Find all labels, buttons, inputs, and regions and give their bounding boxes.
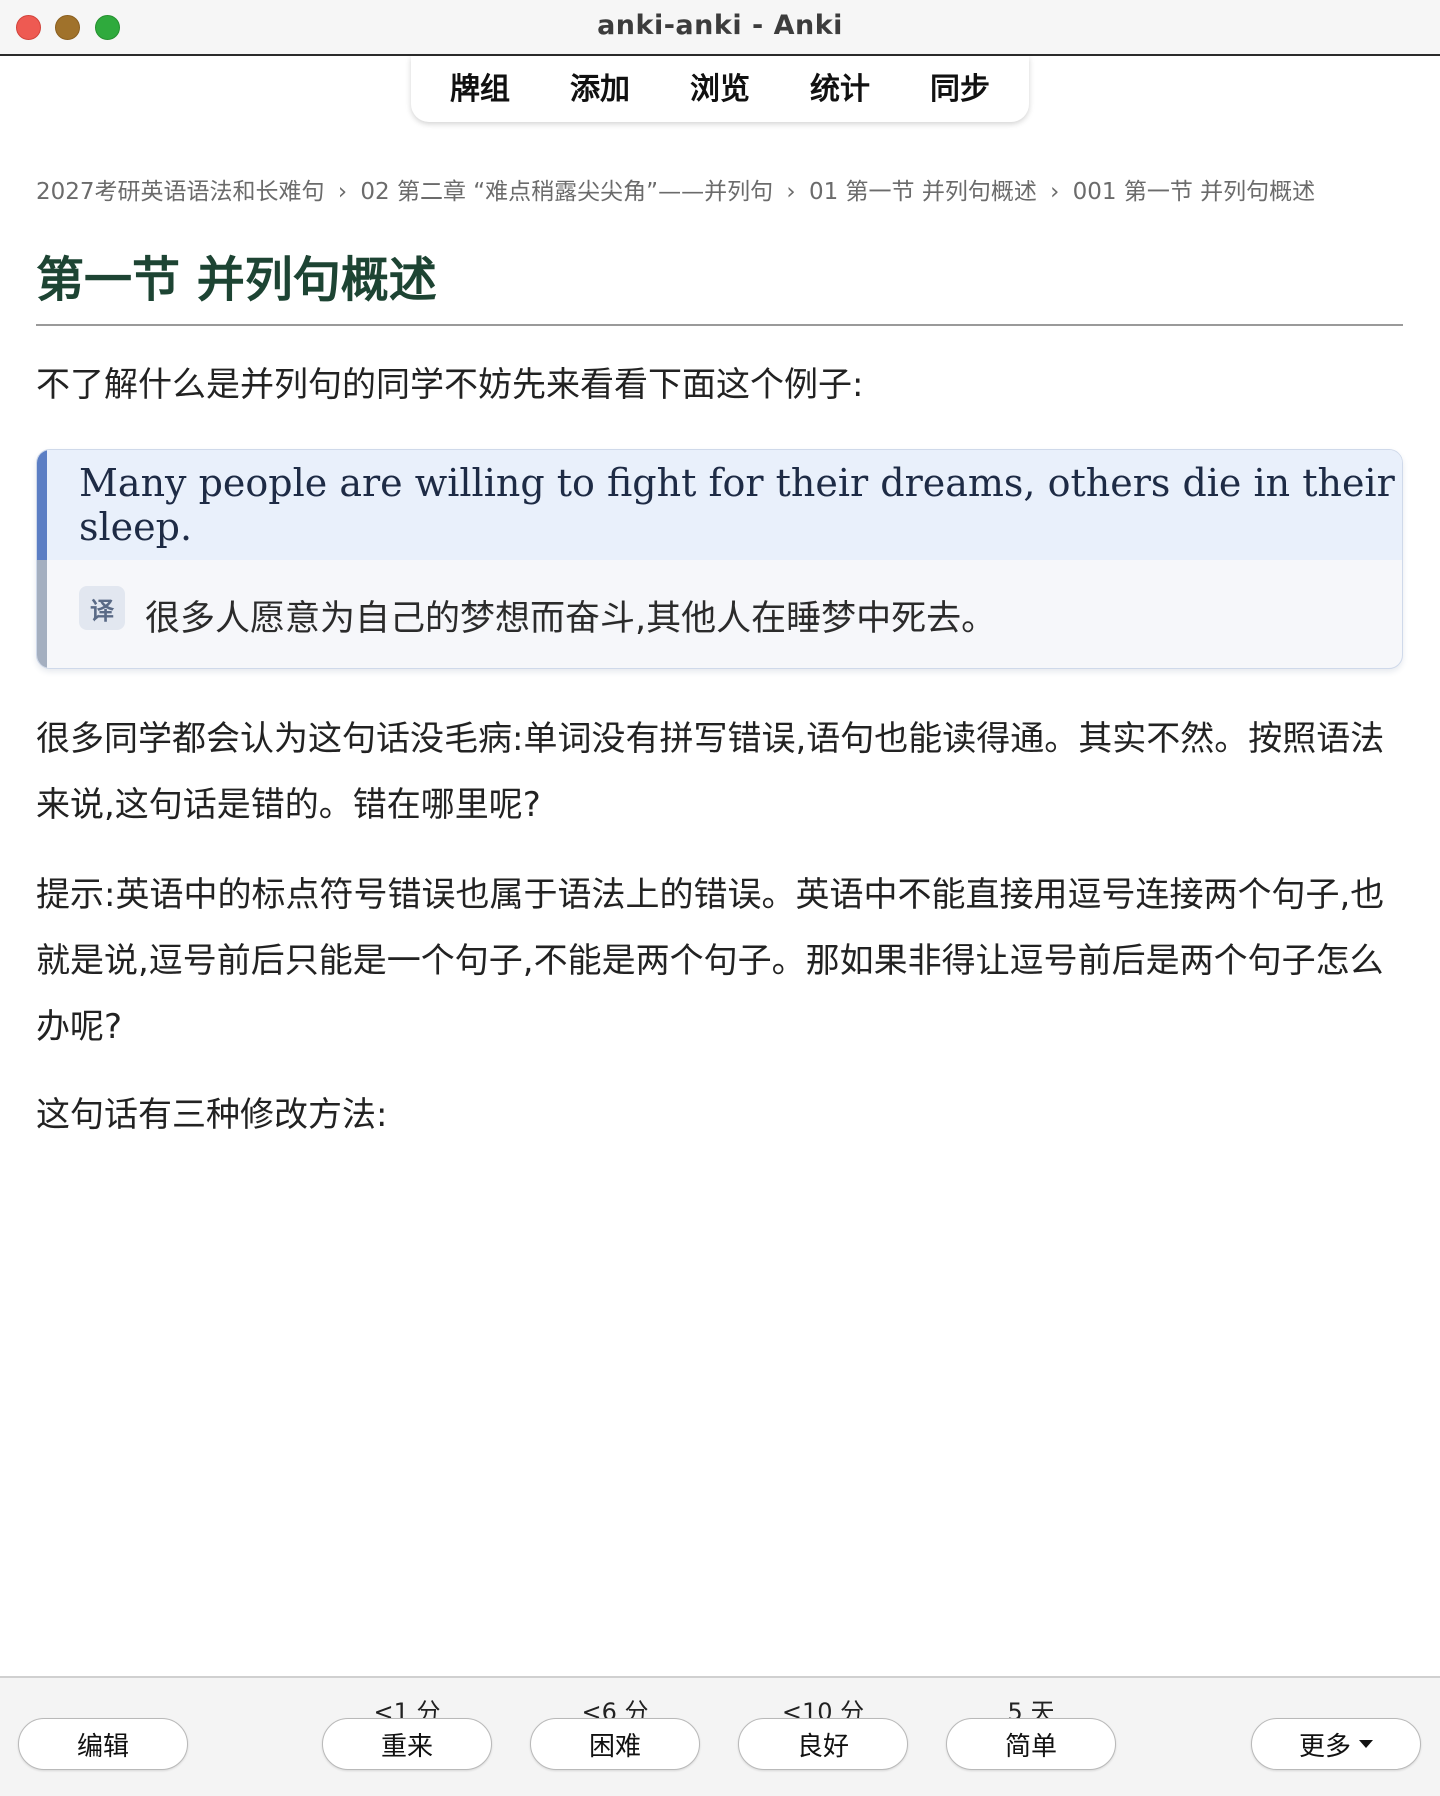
hard-button[interactable]: 困难 — [530, 1718, 700, 1770]
example-box: Many people are willing to fight for the… — [36, 449, 1403, 669]
methods-paragraph: 这句话有三种修改方法: — [36, 1095, 388, 1135]
review-bottom-bar: 编辑 <1 分 重来 <6 分 困难 <10 分 良好 5 天 简单 更多 — [0, 1676, 1440, 1796]
more-label: 更多 — [1298, 1731, 1351, 1762]
main-toolbar: 牌组 添加 浏览 统计 同步 — [411, 56, 1029, 122]
example-sentence: Many people are willing to fight for the… — [47, 450, 1402, 560]
breadcrumb-separator: › — [1050, 179, 1060, 205]
example-accent-bar — [37, 450, 47, 560]
breadcrumb-item: 01 第一节 并列句概述 — [808, 179, 1037, 205]
window-titlebar: anki-anki - Anki — [0, 0, 1440, 56]
explanation-paragraph: 很多同学都会认为这句话没毛病:单词没有拼写错误,语句也能读得通。其实不然。按照语… — [36, 719, 1385, 825]
breadcrumb-item: 02 第二章 “难点稍露尖尖角”——并列句 — [360, 179, 774, 205]
again-button[interactable]: 重来 — [322, 1718, 492, 1770]
breadcrumb-item: 001 第一节 并列句概述 — [1072, 179, 1316, 205]
edit-button[interactable]: 编辑 — [18, 1718, 188, 1770]
title-divider — [36, 324, 1403, 326]
hint-paragraph: 提示:英语中的标点符号错误也属于语法上的错误。英语中不能直接用逗号连接两个句子,… — [36, 875, 1385, 1047]
breadcrumb-separator: › — [337, 179, 348, 205]
example-translation-row: 译 很多人愿意为自己的梦想而奋斗,其他人在睡梦中死去。 — [47, 560, 1402, 668]
translation-badge: 译 — [79, 586, 125, 630]
page-title: 第一节 并列句概述 — [36, 252, 437, 308]
chevron-down-icon — [1359, 1740, 1373, 1748]
toolbar-stats[interactable]: 统计 — [780, 64, 900, 114]
toolbar-sync[interactable]: 同步 — [900, 64, 1020, 114]
intro-paragraph: 不了解什么是并列句的同学不妨先来看看下面这个例子: — [36, 365, 864, 405]
breadcrumb-separator: › — [786, 179, 796, 205]
easy-button[interactable]: 简单 — [946, 1718, 1116, 1770]
window-title: anki-anki - Anki — [597, 10, 843, 41]
good-button[interactable]: 良好 — [738, 1718, 908, 1770]
breadcrumb-item: 2027考研英语语法和长难句 — [36, 179, 325, 205]
example-translation: 很多人愿意为自己的梦想而奋斗,其他人在睡梦中死去。 — [145, 598, 997, 639]
breadcrumb: 2027考研英语语法和长难句 › 02 第二章 “难点稍露尖尖角”——并列句 ›… — [36, 172, 1315, 206]
more-button[interactable]: 更多 — [1251, 1718, 1421, 1770]
toolbar-decks[interactable]: 牌组 — [420, 64, 540, 114]
translation-accent-bar — [37, 560, 47, 668]
toolbar-browse[interactable]: 浏览 — [660, 64, 780, 114]
toolbar-add[interactable]: 添加 — [540, 64, 660, 114]
